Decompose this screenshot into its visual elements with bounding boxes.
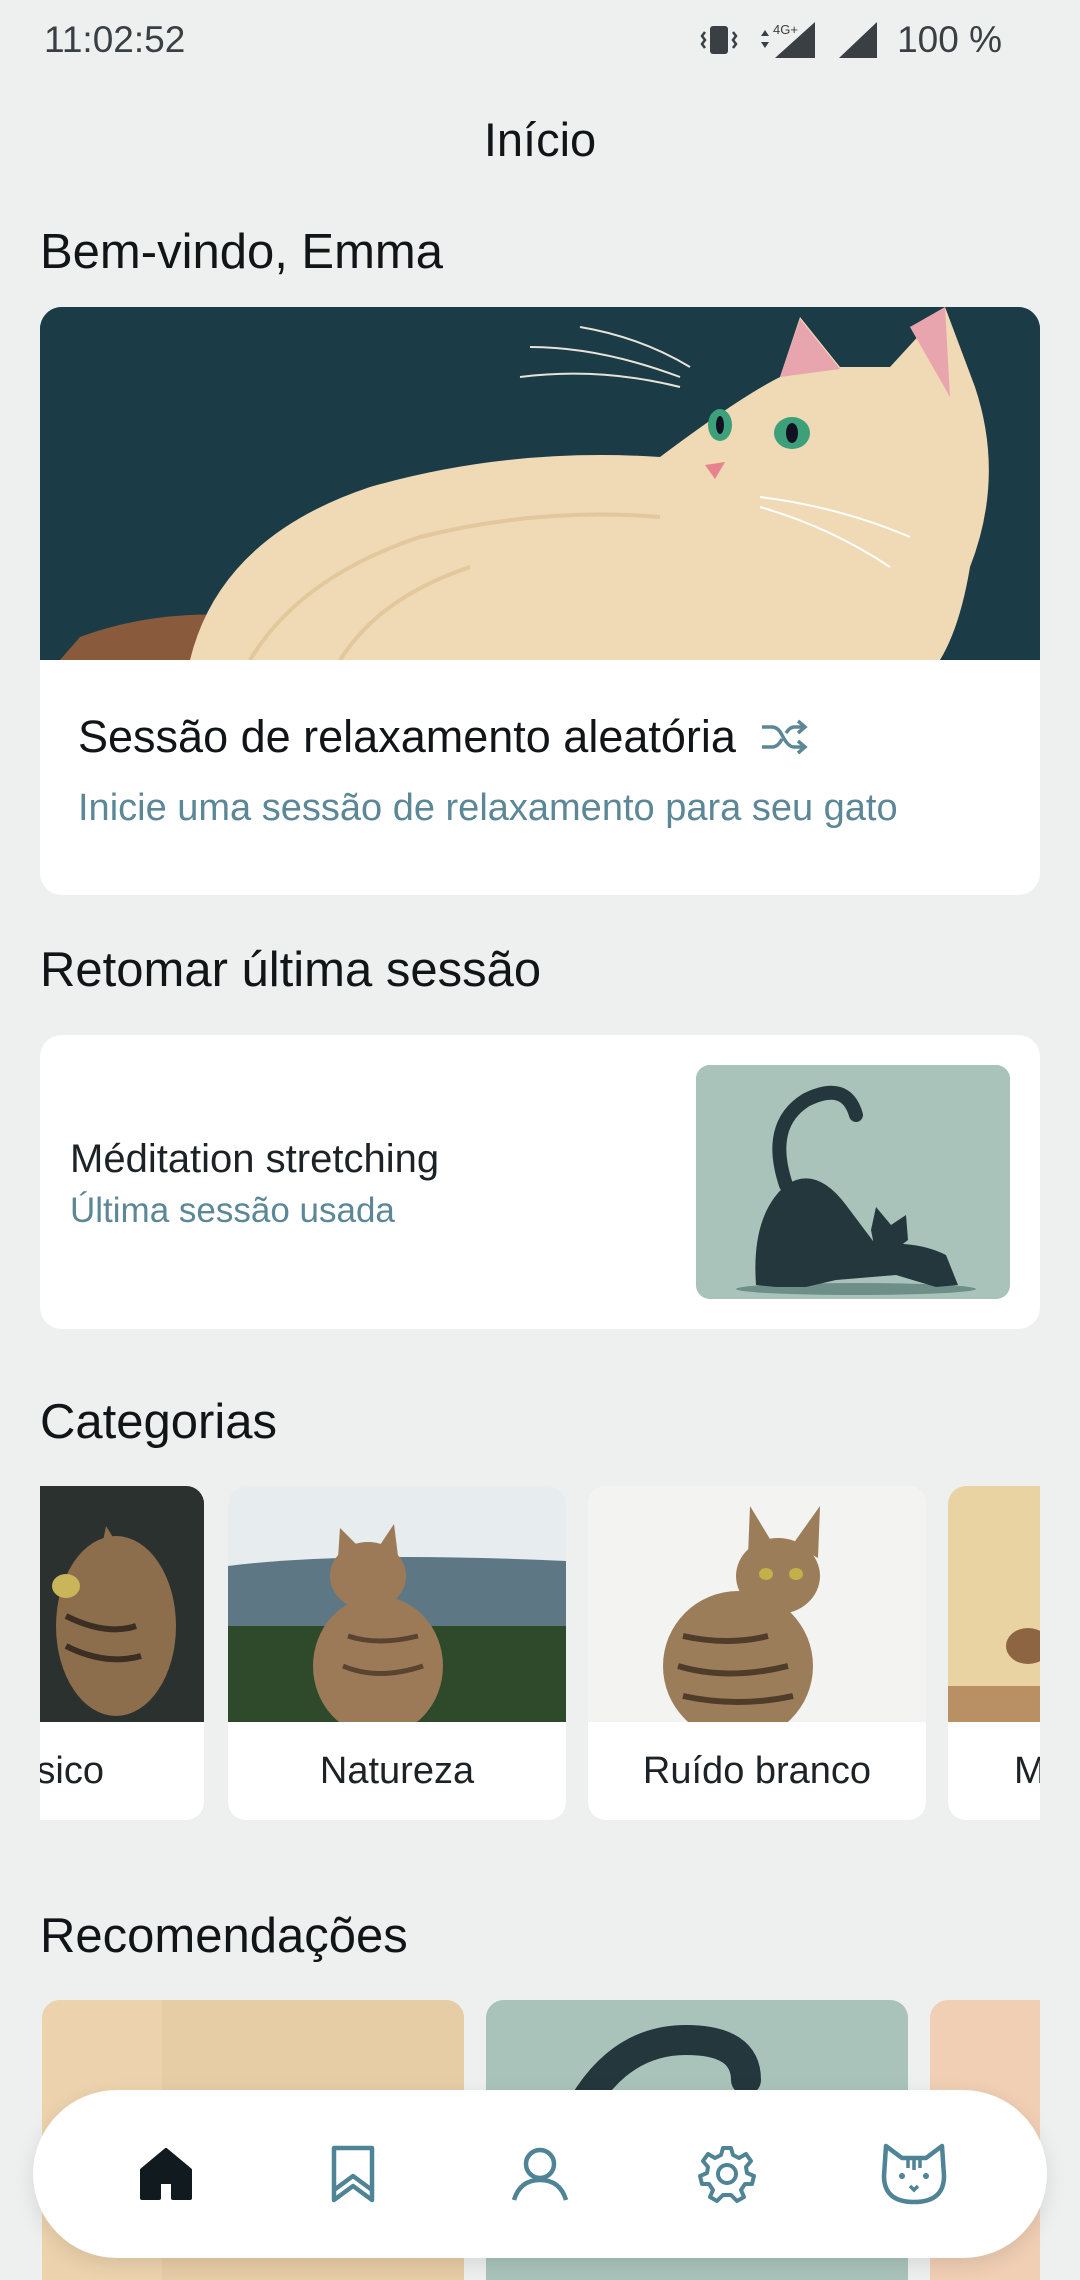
- nav-settings[interactable]: [679, 2126, 775, 2222]
- category-image: [40, 1486, 204, 1722]
- random-session-label: Sessão de relaxamento aleatória: [78, 711, 736, 762]
- nav-profile[interactable]: [492, 2126, 588, 2222]
- vibrate-icon: [700, 26, 738, 54]
- category-card-natureza[interactable]: Natureza: [228, 1486, 566, 1820]
- category-image: [588, 1486, 926, 1722]
- category-card[interactable]: M: [948, 1486, 1040, 1820]
- category-label: sico: [40, 1749, 104, 1792]
- category-card[interactable]: sico: [40, 1486, 204, 1820]
- category-card-ruido-branco[interactable]: Ruído branco: [588, 1486, 926, 1820]
- categories-section-title: Categorias: [40, 1395, 277, 1449]
- random-session-title: Sessão de relaxamento aleatória: [78, 711, 808, 763]
- status-icons: 4G+ 100 %: [699, 19, 1002, 61]
- categories-carousel[interactable]: sico Natureza Ruído branco M: [40, 1486, 1040, 1822]
- cat-icon: [881, 2143, 946, 2205]
- battery-text: 100 %: [897, 19, 1002, 60]
- category-label: Natureza: [319, 1749, 475, 1792]
- category-image: [228, 1486, 566, 1722]
- category-label: M: [1014, 1749, 1040, 1792]
- resume-section-title: Retomar última sessão: [40, 943, 542, 997]
- signal-4g-icon: 4G+: [761, 22, 816, 58]
- category-label: Ruído branco: [642, 1749, 872, 1792]
- status-bar: 11:02:52 4G+ 100 %: [0, 0, 1080, 80]
- bookmark-icon: [331, 2145, 375, 2203]
- settings-icon: [697, 2146, 756, 2203]
- resume-session-title: Méditation stretching: [70, 1137, 440, 1181]
- nav-home[interactable]: [118, 2126, 214, 2222]
- recommendations-section-title: Recomendações: [40, 1909, 408, 1963]
- category-image: [948, 1486, 1040, 1722]
- network-label: 4G+: [773, 22, 798, 37]
- nav-cat[interactable]: [866, 2126, 962, 2222]
- random-session-subtitle: Inicie uma sessão de relaxamento para se…: [78, 787, 898, 829]
- status-time: 11:02:52: [44, 19, 186, 60]
- nav-bookmarks[interactable]: [305, 2126, 401, 2222]
- welcome-title: Bem-vindo, Emma: [40, 225, 444, 279]
- signal-icon: [839, 22, 878, 58]
- random-session-card[interactable]: Sessão de relaxamento aleatória Inicie u…: [40, 307, 1040, 895]
- home-icon: [140, 2148, 193, 2200]
- stretching-cat-image: [696, 1065, 1010, 1299]
- profile-icon: [511, 2147, 569, 2201]
- resume-session-subtitle: Última sessão usada: [70, 1191, 395, 1230]
- hero-cat-image: [40, 307, 1040, 662]
- shuffle-icon: [761, 719, 808, 755]
- bottom-nav: [33, 2090, 1047, 2258]
- page-title: Início: [483, 113, 597, 166]
- resume-session-card[interactable]: Méditation stretching Última sessão usad…: [40, 1035, 1040, 1329]
